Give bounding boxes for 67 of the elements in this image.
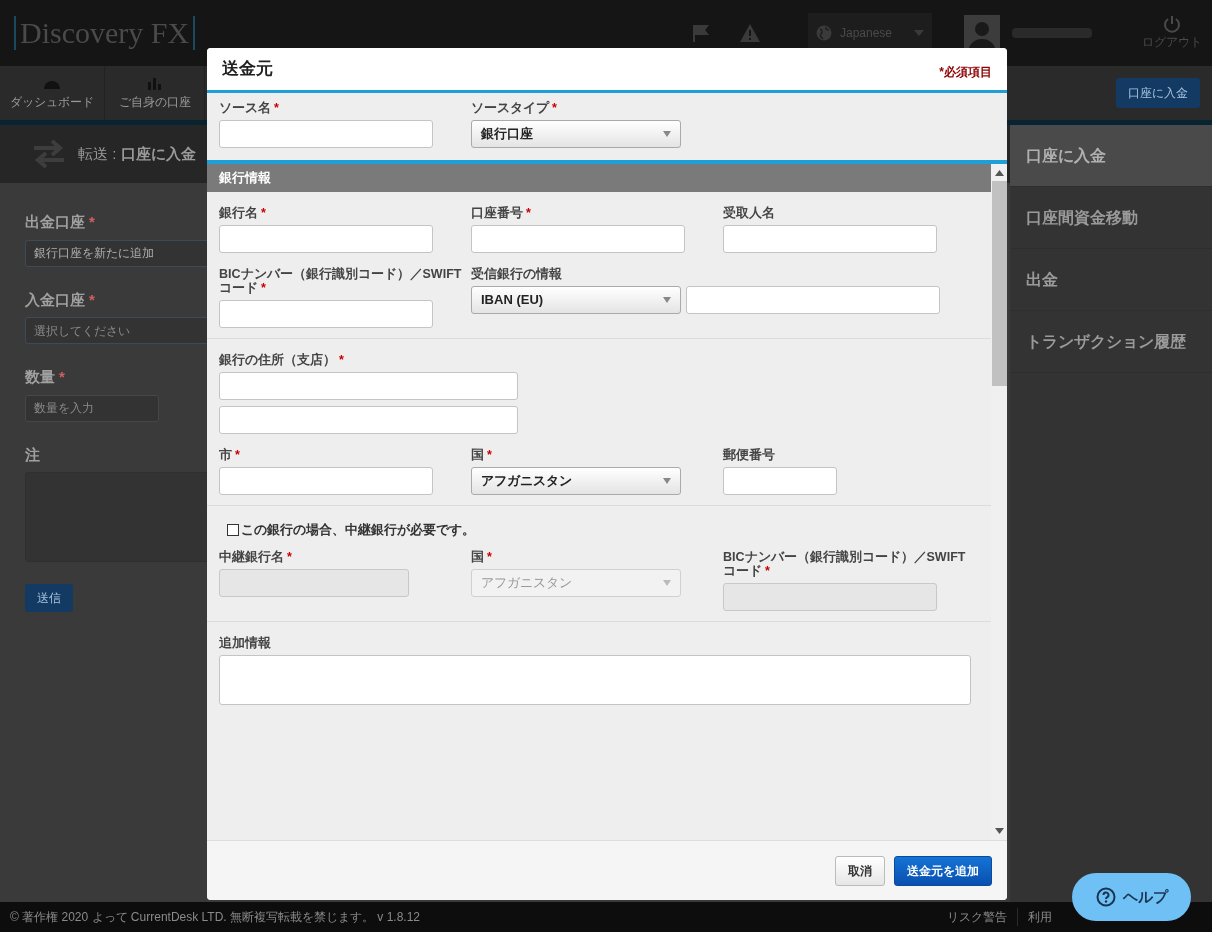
modal-title: 送金元 (222, 58, 273, 81)
input-field[interactable] (219, 300, 433, 328)
page-title: 転送 : 口座に入金 (78, 143, 196, 164)
submit-button[interactable]: 送信 (25, 584, 73, 612)
scroll-down-icon (994, 828, 1004, 834)
input-field[interactable] (219, 467, 433, 495)
input-field[interactable] (471, 225, 685, 253)
field-label: 市 * (219, 448, 241, 462)
field-label: 受取人名 (723, 206, 776, 220)
field-label: 銀行名 * (219, 206, 267, 220)
input-field[interactable] (723, 467, 837, 495)
input-field[interactable] (219, 372, 518, 400)
field-label: 追加情報 (219, 635, 272, 650)
globe-icon (816, 25, 832, 41)
field-label: 注 (25, 444, 40, 465)
field-label: 国 * (471, 549, 493, 564)
help-icon (1095, 887, 1116, 907)
checkbox[interactable] (227, 523, 239, 536)
field-label: ソース名 * (219, 101, 280, 115)
caret-icon (663, 131, 671, 137)
input-field[interactable] (686, 286, 940, 314)
caret-icon (914, 30, 924, 36)
caret-icon (663, 478, 671, 484)
field-label: BICナンバー（銀行識別コード）／SWIFTコード * (723, 549, 967, 578)
avatar-icon (964, 15, 1000, 51)
select-field[interactable]: アフガニスタン (471, 467, 681, 495)
cancel-button[interactable]: 取消 (835, 855, 885, 886)
checkbox-label: この銀行の場合、中継銀行が必要です。 (241, 521, 475, 539)
field-label: 口座番号 * (471, 206, 532, 220)
field-label: 受信銀行の情報 (471, 267, 563, 281)
select-field[interactable]: 銀行口座 (471, 120, 681, 148)
field-label: 国 * (471, 448, 493, 462)
scroll-up-icon (994, 170, 1004, 176)
required-note: *必須項目 (939, 64, 992, 81)
copyright-text: © 著作権 2020 よって CurrentDesk LTD. 無断複写転載を禁じます。 v 1.8.12 (10, 909, 421, 926)
field-label: 入金口座 * (25, 289, 95, 310)
add-source-button[interactable]: 送金元を追加 (894, 855, 992, 886)
input-field[interactable] (723, 225, 937, 253)
field-label: 数量 * (25, 367, 65, 387)
footer-link[interactable]: 利用 (1017, 908, 1062, 926)
footer-link[interactable]: リスク警告 (937, 908, 1017, 926)
field-label: 出金口座 * (25, 212, 95, 232)
input-field[interactable] (219, 406, 518, 434)
transfer-arrows-icon (32, 139, 66, 169)
power-icon (1163, 15, 1181, 33)
scrollbar-thumb[interactable] (991, 181, 1007, 386)
input-field[interactable] (219, 225, 433, 253)
input-field[interactable] (219, 120, 433, 148)
field-label: 中継銀行名 * (219, 549, 293, 564)
field-label: 郵便番号 (723, 448, 776, 462)
field-label: 銀行の住所（支店） * (219, 353, 345, 367)
side-menu-item[interactable]: 口座間資金移動 (1010, 187, 1212, 249)
help-button[interactable]: ヘルプ (1072, 873, 1191, 921)
warning-icon (740, 24, 760, 42)
section-header: 銀行情報 (207, 164, 991, 192)
caret-icon (663, 579, 671, 586)
deposit-button[interactable]: 口座に入金 (1116, 78, 1200, 108)
field-label: ソースタイプ * (471, 101, 558, 115)
flag-icon (692, 24, 712, 42)
caret-icon (663, 297, 671, 303)
side-menu-item[interactable]: トランザクション履歴 (1010, 311, 1212, 373)
field-label: BICナンバー（銀行識別コード）／SWIFTコード * (219, 267, 463, 295)
bar-chart-icon (146, 75, 163, 90)
side-menu-item[interactable]: 出金 (1010, 249, 1212, 311)
select-field[interactable]: IBAN (EU) (471, 286, 681, 314)
input-field[interactable]: 数量を入力 (25, 394, 159, 422)
side-menu-item[interactable]: 口座に入金 (1010, 125, 1212, 187)
